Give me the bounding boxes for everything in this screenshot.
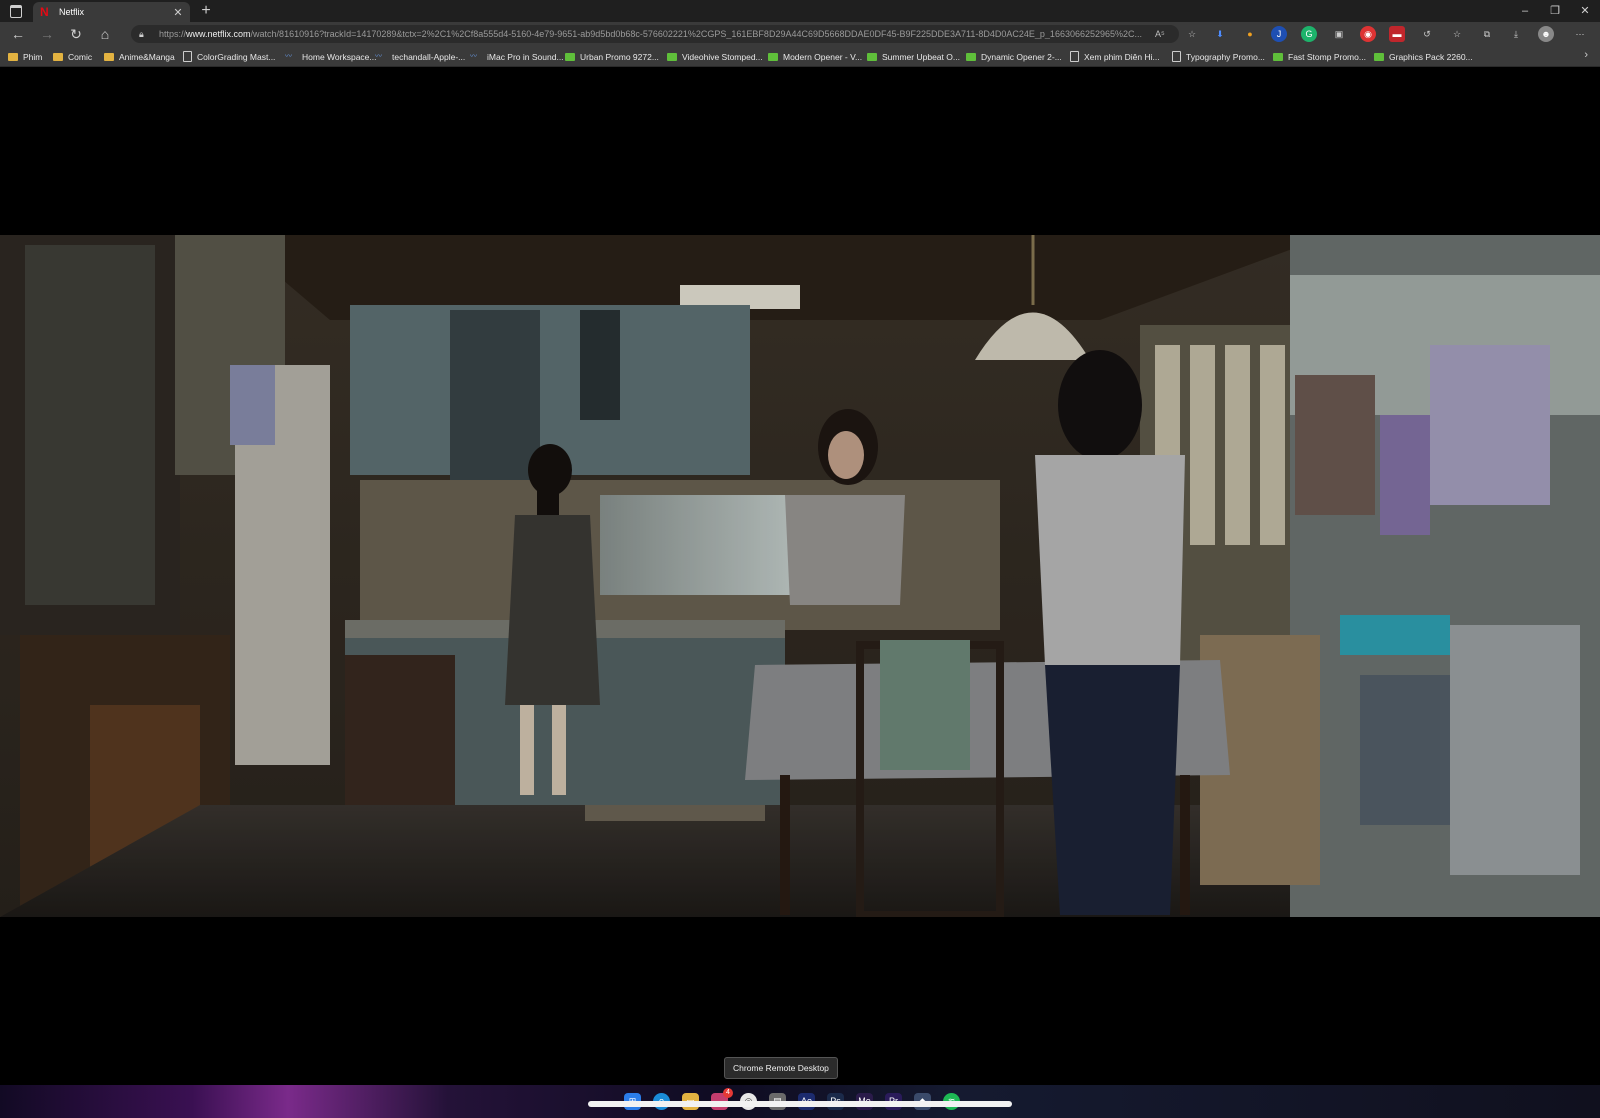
tab-netflix[interactable]: N Netflix ✕ bbox=[33, 2, 190, 22]
bookmark-item[interactable]: Fast Stomp Promo... bbox=[1273, 50, 1366, 63]
bookmark-item[interactable]: 〰 iMac Pro in Sound... bbox=[470, 50, 564, 63]
home-icon[interactable]: ⌂ bbox=[96, 25, 114, 43]
bookmark-label: Typography Promo... bbox=[1186, 51, 1265, 62]
tab-actions-menu-icon[interactable] bbox=[6, 3, 26, 19]
bookmark-item[interactable]: Dynamic Opener 2-... bbox=[966, 50, 1062, 63]
url-text[interactable]: https://www.netflix.com/watch/81610916?t… bbox=[159, 29, 1149, 39]
page-icon bbox=[1070, 51, 1079, 62]
tab-strip: N Netflix ✕ + – ❐ ✕ bbox=[0, 0, 1600, 22]
refresh-ext-icon[interactable]: ↺ bbox=[1419, 26, 1435, 42]
lock-icon[interactable]: 🔒︎ bbox=[139, 29, 151, 40]
bookmark-label: iMac Pro in Sound... bbox=[487, 51, 564, 62]
download-ext-icon[interactable]: ⬇ bbox=[1212, 26, 1228, 42]
bookmark-item[interactable]: 〰 Home Workspace... bbox=[285, 50, 376, 63]
bookmark-label: Dynamic Opener 2-... bbox=[981, 51, 1062, 62]
bookmark-item[interactable]: Xem phim Diên Hi... bbox=[1070, 50, 1160, 63]
close-window-button[interactable]: ✕ bbox=[1570, 0, 1600, 22]
adblock-ext-icon[interactable]: ◉ bbox=[1360, 26, 1376, 42]
reload-icon[interactable]: ↻ bbox=[67, 25, 85, 43]
bookmark-item[interactable]: Typography Promo... bbox=[1172, 50, 1265, 63]
favorites-icon[interactable]: ☆ bbox=[1449, 26, 1465, 42]
bookmark-item[interactable]: Urban Promo 9272... bbox=[565, 50, 659, 63]
bookmark-label: Home Workspace... bbox=[302, 51, 377, 62]
notification-badge: 4 bbox=[723, 1088, 733, 1098]
envato-icon bbox=[867, 52, 877, 61]
envato-icon bbox=[1374, 52, 1384, 61]
minimize-button[interactable]: – bbox=[1510, 0, 1540, 22]
browser-toolbar: ← → ↻ ⌂ 🔒︎ https://www.netflix.com/watch… bbox=[0, 22, 1600, 46]
netflix-icon: N bbox=[40, 5, 49, 19]
tooltip: Chrome Remote Desktop bbox=[724, 1057, 838, 1079]
bookmark-item[interactable]: Anime&Manga bbox=[104, 50, 175, 63]
bookmark-item[interactable]: Phim bbox=[8, 50, 42, 63]
tab-title: Netflix bbox=[59, 7, 85, 17]
bookmark-item[interactable]: Summer Upbeat O... bbox=[867, 50, 960, 63]
bookmark-label: Videohive Stomped... bbox=[682, 51, 763, 62]
envato-icon bbox=[667, 52, 677, 61]
page-icon bbox=[1172, 51, 1181, 62]
color-picker-ext-icon[interactable]: ● bbox=[1242, 26, 1258, 42]
bookmark-label: Urban Promo 9272... bbox=[580, 51, 659, 62]
back-icon[interactable]: ← bbox=[9, 25, 27, 43]
bookmark-label: Phim bbox=[23, 51, 43, 62]
bookmark-label: Graphics Pack 2260... bbox=[1389, 51, 1473, 62]
tab-close-icon[interactable]: ✕ bbox=[171, 6, 185, 19]
restore-button[interactable]: ❐ bbox=[1540, 0, 1570, 22]
ublock-ext-icon[interactable]: ▬ bbox=[1389, 26, 1405, 42]
bookmark-label: Xem phim Diên Hi... bbox=[1084, 51, 1160, 62]
folder-icon bbox=[8, 52, 18, 61]
bookmark-label: techandall-Apple-... bbox=[392, 51, 466, 62]
downloads-icon[interactable]: ⤓ bbox=[1508, 26, 1524, 42]
remote-desktop-scrollbar[interactable] bbox=[588, 1101, 1012, 1107]
bookmark-item[interactable]: Graphics Pack 2260... bbox=[1374, 50, 1473, 63]
envato-icon bbox=[565, 52, 575, 61]
site-icon: 〰 bbox=[285, 52, 292, 60]
bookmarks-overflow-chevron-icon[interactable]: › bbox=[1584, 49, 1588, 61]
bookmark-label: Modern Opener - V... bbox=[783, 51, 863, 62]
bookmark-label: Comic bbox=[68, 51, 93, 62]
video-frame[interactable] bbox=[0, 235, 1600, 917]
bookmark-label: Summer Upbeat O... bbox=[882, 51, 960, 62]
site-icon: 〰 bbox=[470, 52, 477, 60]
j-ext-icon[interactable]: J bbox=[1271, 26, 1287, 42]
window-controls: – ❐ ✕ bbox=[1510, 0, 1600, 22]
bookmark-item[interactable]: Modern Opener - V... bbox=[768, 50, 862, 63]
more-menu-icon[interactable]: ⋯ bbox=[1572, 26, 1588, 42]
bookmark-label: ColorGrading Mast... bbox=[197, 51, 276, 62]
site-icon: 〰 bbox=[375, 52, 382, 60]
collections-icon[interactable]: ⧉ bbox=[1479, 26, 1495, 42]
envato-icon bbox=[966, 52, 976, 61]
envato-icon bbox=[768, 52, 778, 61]
bookmark-label: Fast Stomp Promo... bbox=[1288, 51, 1366, 62]
read-aloud-icon[interactable]: A⁵ bbox=[1155, 29, 1165, 39]
bookmark-item[interactable]: ColorGrading Mast... bbox=[183, 50, 275, 63]
bookmark-item[interactable]: Comic bbox=[53, 50, 92, 63]
bookmarks-bar: › Phim Comic Anime&Manga ColorGrading Mast.… bbox=[0, 46, 1600, 67]
folder-icon bbox=[104, 52, 114, 61]
video-frame-image bbox=[0, 235, 1600, 917]
favorite-star-icon[interactable]: ☆ bbox=[1184, 26, 1200, 42]
forward-icon[interactable]: → bbox=[38, 25, 56, 43]
bookmark-label: Anime&Manga bbox=[119, 51, 175, 62]
profile-avatar[interactable]: ☻ bbox=[1538, 26, 1554, 42]
screenshot-ext-icon[interactable]: ▣ bbox=[1331, 26, 1347, 42]
new-tab-button[interactable]: + bbox=[197, 2, 215, 20]
address-bar[interactable]: 🔒︎ https://www.netflix.com/watch/8161091… bbox=[131, 25, 1179, 43]
bookmark-item[interactable]: Videohive Stomped... bbox=[667, 50, 763, 63]
page-icon bbox=[183, 51, 192, 62]
envato-icon bbox=[1273, 52, 1283, 61]
video-player[interactable] bbox=[0, 67, 1600, 1085]
grammarly-ext-icon[interactable]: G bbox=[1301, 26, 1317, 42]
folder-icon bbox=[53, 52, 63, 61]
bookmark-item[interactable]: 〰 techandall-Apple-... bbox=[375, 50, 465, 63]
